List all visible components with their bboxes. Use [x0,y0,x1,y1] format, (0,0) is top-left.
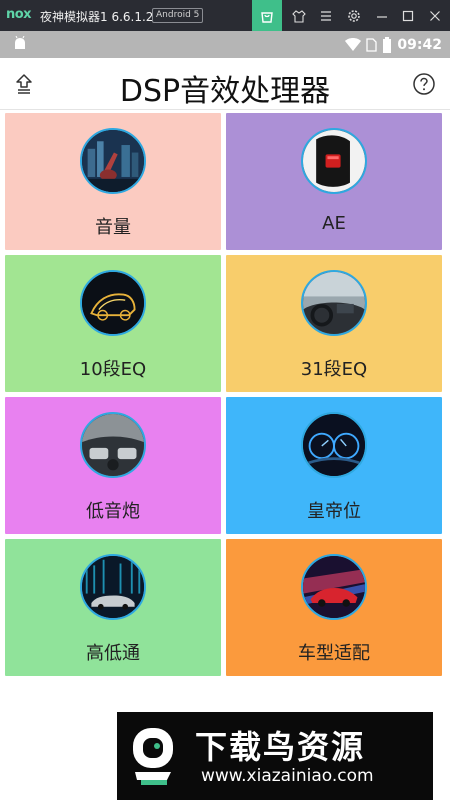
menu-icon [321,10,331,21]
tile-10-band-eq[interactable]: 10段EQ [5,255,221,392]
nox-logo: nox [6,7,32,22]
city-guitar-image [80,128,146,194]
emulator-title-bar: nox 夜神模拟器1 6.6.1.2 Android 5 [0,0,450,31]
car-city-image [80,554,146,620]
tile-high-low-pass[interactable]: 高低通 [5,539,221,676]
close-icon [430,10,440,21]
maximize-icon [402,10,414,21]
tile-volume[interactable]: 音量 [5,113,221,250]
settings-button[interactable] [339,0,369,31]
shirt-icon [292,9,306,23]
feature-grid: 音量 AE 10段EQ 31段EQ 低音炮 皇帝位 高低通 车型适配 [5,113,445,676]
tile-label: 10段EQ [79,359,147,380]
emulator-title: 夜神模拟器1 6.6.1.2 [40,10,154,24]
tile-label: 31段EQ [300,359,368,380]
tile-label: 高低通 [86,643,140,664]
car-wireframe-image [80,270,146,336]
shop-icon [261,11,273,23]
speedometer-image [301,412,367,478]
watermark-title: 下载鸟资源 [195,728,366,766]
tile-label: 车型适配 [298,643,370,664]
dashboard-image [80,412,146,478]
car-interior-image [301,270,367,336]
status-icons: 09:42 [345,35,442,55]
tile-car-model[interactable]: 车型适配 [226,539,442,676]
minimize-icon [377,15,387,18]
page-title: DSP音效处理器 [119,74,331,109]
battery-icon [383,37,392,53]
watermark-banner: 下载鸟资源 www.xiazainiao.com [117,712,433,800]
tile-label: AE [322,213,346,234]
app-header: DSP音效处理器 [0,58,450,110]
tile-ae[interactable]: AE [226,113,442,250]
android-version-badge: Android 5 [152,8,204,23]
sim-icon [366,38,378,52]
bird-logo-icon [133,728,173,785]
tile-label: 音量 [95,217,131,238]
maximize-button[interactable] [393,0,423,31]
help-icon[interactable] [412,72,436,96]
skin-button[interactable] [284,0,314,31]
android-status-bar: 09:42 [0,31,450,58]
gear-icon [348,9,360,22]
close-button[interactable] [420,0,450,31]
menu-button[interactable] [311,0,341,31]
android-icon [15,36,25,49]
status-time: 09:42 [397,37,442,53]
tile-label: 低音炮 [86,501,140,522]
wifi-icon [345,38,362,51]
car-light-image [301,128,367,194]
tile-emperor-seat[interactable]: 皇帝位 [226,397,442,534]
watermark-url: www.xiazainiao.com [201,766,374,786]
tile-31-band-eq[interactable]: 31段EQ [226,255,442,392]
sports-car-image [301,554,367,620]
tile-label: 皇帝位 [307,501,361,522]
shop-button[interactable] [252,0,282,31]
tile-subwoofer[interactable]: 低音炮 [5,397,221,534]
